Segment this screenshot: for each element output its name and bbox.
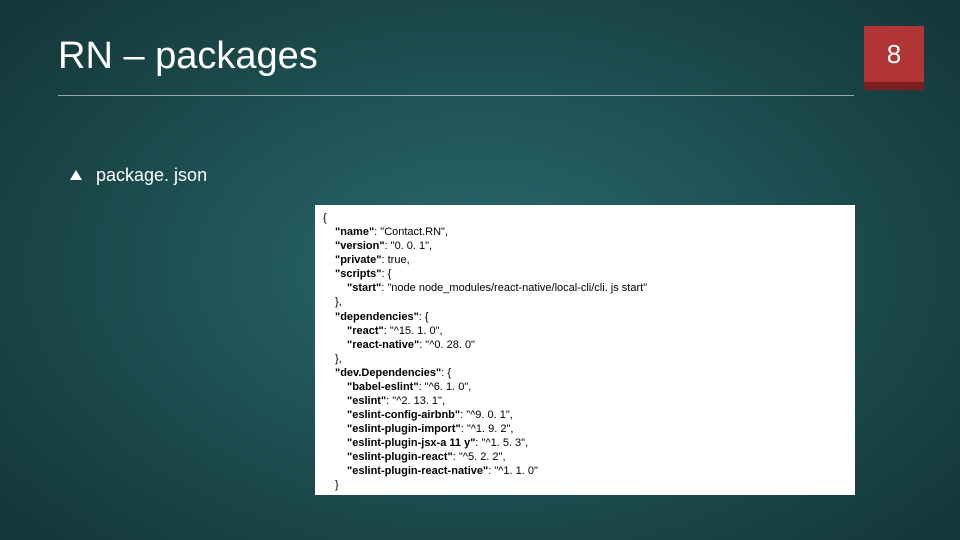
code-line: "eslint-plugin-import": "^1. 9. 2", xyxy=(323,422,847,436)
code-line: "scripts": { xyxy=(323,267,847,281)
code-line: "eslint": "^2. 13. 1", xyxy=(323,394,847,408)
code-line: } xyxy=(323,494,327,495)
code-line: "start": "node node_modules/react-native… xyxy=(323,281,847,295)
slide-title: RN – packages xyxy=(58,35,318,78)
json-val: : "0. 0. 1", xyxy=(385,240,433,252)
code-line: }, xyxy=(323,352,847,366)
json-key: "eslint" xyxy=(347,395,386,407)
code-line: "eslint-plugin-react": "^5. 2. 2", xyxy=(323,450,847,464)
json-val: : "^1. 9. 2", xyxy=(461,423,514,435)
bullet-text: package. json xyxy=(96,165,207,186)
json-val: : "node node_modules/react-native/local-… xyxy=(381,282,647,294)
bullet-item: package. json xyxy=(70,165,207,186)
code-line: "version": "0. 0. 1", xyxy=(323,239,847,253)
code-line: "babel-eslint": "^6. 1. 0", xyxy=(323,380,847,394)
code-line: "eslint-plugin-jsx-a 11 y": "^1. 5. 3", xyxy=(323,436,847,450)
code-block: { "name": "Contact.RN", "version": "0. 0… xyxy=(315,205,855,495)
page-number-badge: 8 xyxy=(864,26,924,90)
json-key: "eslint-plugin-react-native" xyxy=(347,465,488,477)
json-val: : { xyxy=(419,311,429,323)
json-key: "eslint-plugin-react" xyxy=(347,451,453,463)
json-key: "name" xyxy=(335,226,374,238)
json-val: : "Contact.RN", xyxy=(374,226,448,238)
code-line: } xyxy=(323,478,847,492)
title-underline xyxy=(58,95,854,96)
code-line: "react": "^15. 1. 0", xyxy=(323,324,847,338)
json-val: : "^15. 1. 0", xyxy=(384,325,443,337)
json-key: "start" xyxy=(347,282,381,294)
json-val: : "^2. 13. 1", xyxy=(386,395,445,407)
code-line: "private": true, xyxy=(323,253,847,267)
json-key: "eslint-plugin-jsx-a 11 y" xyxy=(347,437,475,449)
json-key: "dev.Dependencies" xyxy=(335,367,441,379)
json-val: : "^9. 0. 1", xyxy=(460,409,513,421)
json-key: "eslint-config-airbnb" xyxy=(347,409,460,421)
json-key: "react-native" xyxy=(347,339,419,351)
json-key: "babel-eslint" xyxy=(347,381,419,393)
json-val: : "^1. 5. 3", xyxy=(475,437,528,449)
code-line: }, xyxy=(323,295,847,309)
json-key: "dependencies" xyxy=(335,311,419,323)
json-val: : { xyxy=(441,367,451,379)
json-val: : { xyxy=(382,268,392,280)
json-val: : "^1. 1. 0" xyxy=(488,465,538,477)
code-line: "dev.Dependencies": { xyxy=(323,366,847,380)
json-key: "eslint-plugin-import" xyxy=(347,423,461,435)
code-line: "react-native": "^0. 28. 0" xyxy=(323,338,847,352)
code-line: "dependencies": { xyxy=(323,310,847,324)
code-line: "name": "Contact.RN", xyxy=(323,225,847,239)
json-key: "react" xyxy=(347,325,384,337)
code-line: { xyxy=(323,212,327,224)
code-line: "eslint-config-airbnb": "^9. 0. 1", xyxy=(323,408,847,422)
json-key: "version" xyxy=(335,240,385,252)
json-key: "private" xyxy=(335,254,382,266)
json-val: : "^6. 1. 0", xyxy=(419,381,472,393)
code-line: "eslint-plugin-react-native": "^1. 1. 0" xyxy=(323,464,847,478)
page-number: 8 xyxy=(887,39,901,70)
json-val: : "^0. 28. 0" xyxy=(419,339,475,351)
json-val: : true, xyxy=(382,254,410,266)
diamond-bullet-icon xyxy=(70,170,82,180)
json-key: "scripts" xyxy=(335,268,382,280)
json-val: : "^5. 2. 2", xyxy=(453,451,506,463)
